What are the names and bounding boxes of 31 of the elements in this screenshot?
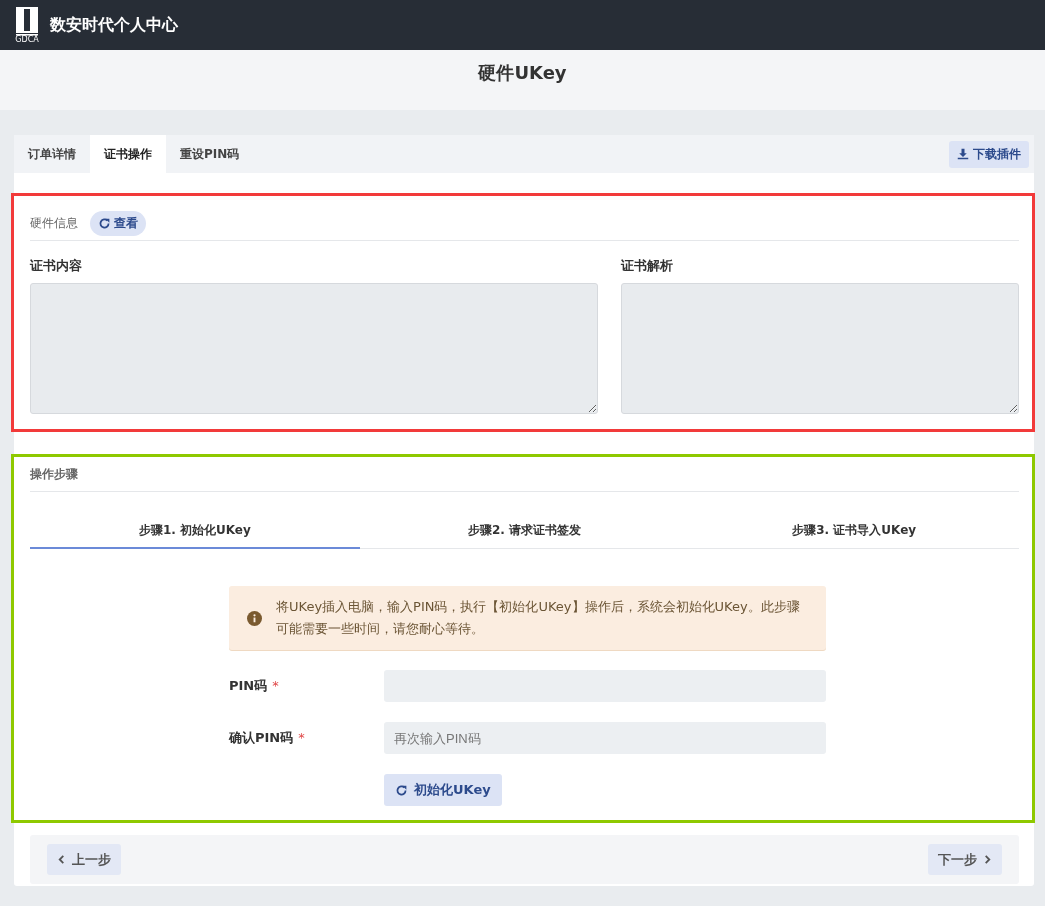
initialize-button[interactable]: 初始化UKey — [384, 774, 502, 806]
chevron-left-icon — [57, 855, 66, 864]
download-plugin-button[interactable]: 下载插件 — [949, 140, 1029, 168]
previous-button[interactable]: 上一步 — [47, 844, 121, 875]
info-icon — [247, 610, 262, 626]
field-label: PIN码 * — [229, 677, 280, 695]
text-area[interactable] — [621, 283, 1019, 414]
refresh-icon — [98, 216, 111, 230]
tab[interactable]: 重设PIN码 — [166, 135, 254, 173]
view-button[interactable]: 查看 — [90, 210, 146, 236]
download-icon — [957, 148, 969, 160]
tab[interactable]: 证书操作 — [90, 135, 166, 173]
input-field[interactable]: 再次输入PIN码 — [384, 722, 826, 754]
next-button[interactable]: 下一步 — [928, 844, 1002, 875]
required-mark: * — [298, 730, 305, 745]
step-tab[interactable]: 步骤2. 请求证书签发 — [359, 514, 690, 549]
step-tab[interactable]: 步骤1. 初始化UKey — [30, 514, 360, 549]
section-title: 操作步骤 — [30, 465, 78, 483]
tab[interactable]: 订单详情 — [14, 135, 90, 173]
refresh-icon — [395, 783, 408, 797]
alert-text: 将UKey插入电脑，输入PIN码，执行【初始化UKey】操作后，系统会初始化UKey。此步骤可能需要一些时间，请您耐心等待。 — [276, 598, 801, 638]
section-title: 硬件信息 — [30, 214, 78, 232]
step-tab[interactable]: 步骤3. 证书导入UKey — [689, 514, 1019, 549]
text-area[interactable] — [30, 283, 598, 414]
required-mark: * — [272, 678, 279, 693]
field-label: 确认PIN码 * — [229, 729, 306, 747]
app-title: 数安时代个人中心 — [50, 14, 178, 36]
panel-label: 证书内容 — [30, 257, 83, 275]
chevron-right-icon — [983, 855, 992, 864]
panel-label: 证书解析 — [621, 257, 674, 275]
page-title: 硬件UKey — [478, 61, 567, 85]
